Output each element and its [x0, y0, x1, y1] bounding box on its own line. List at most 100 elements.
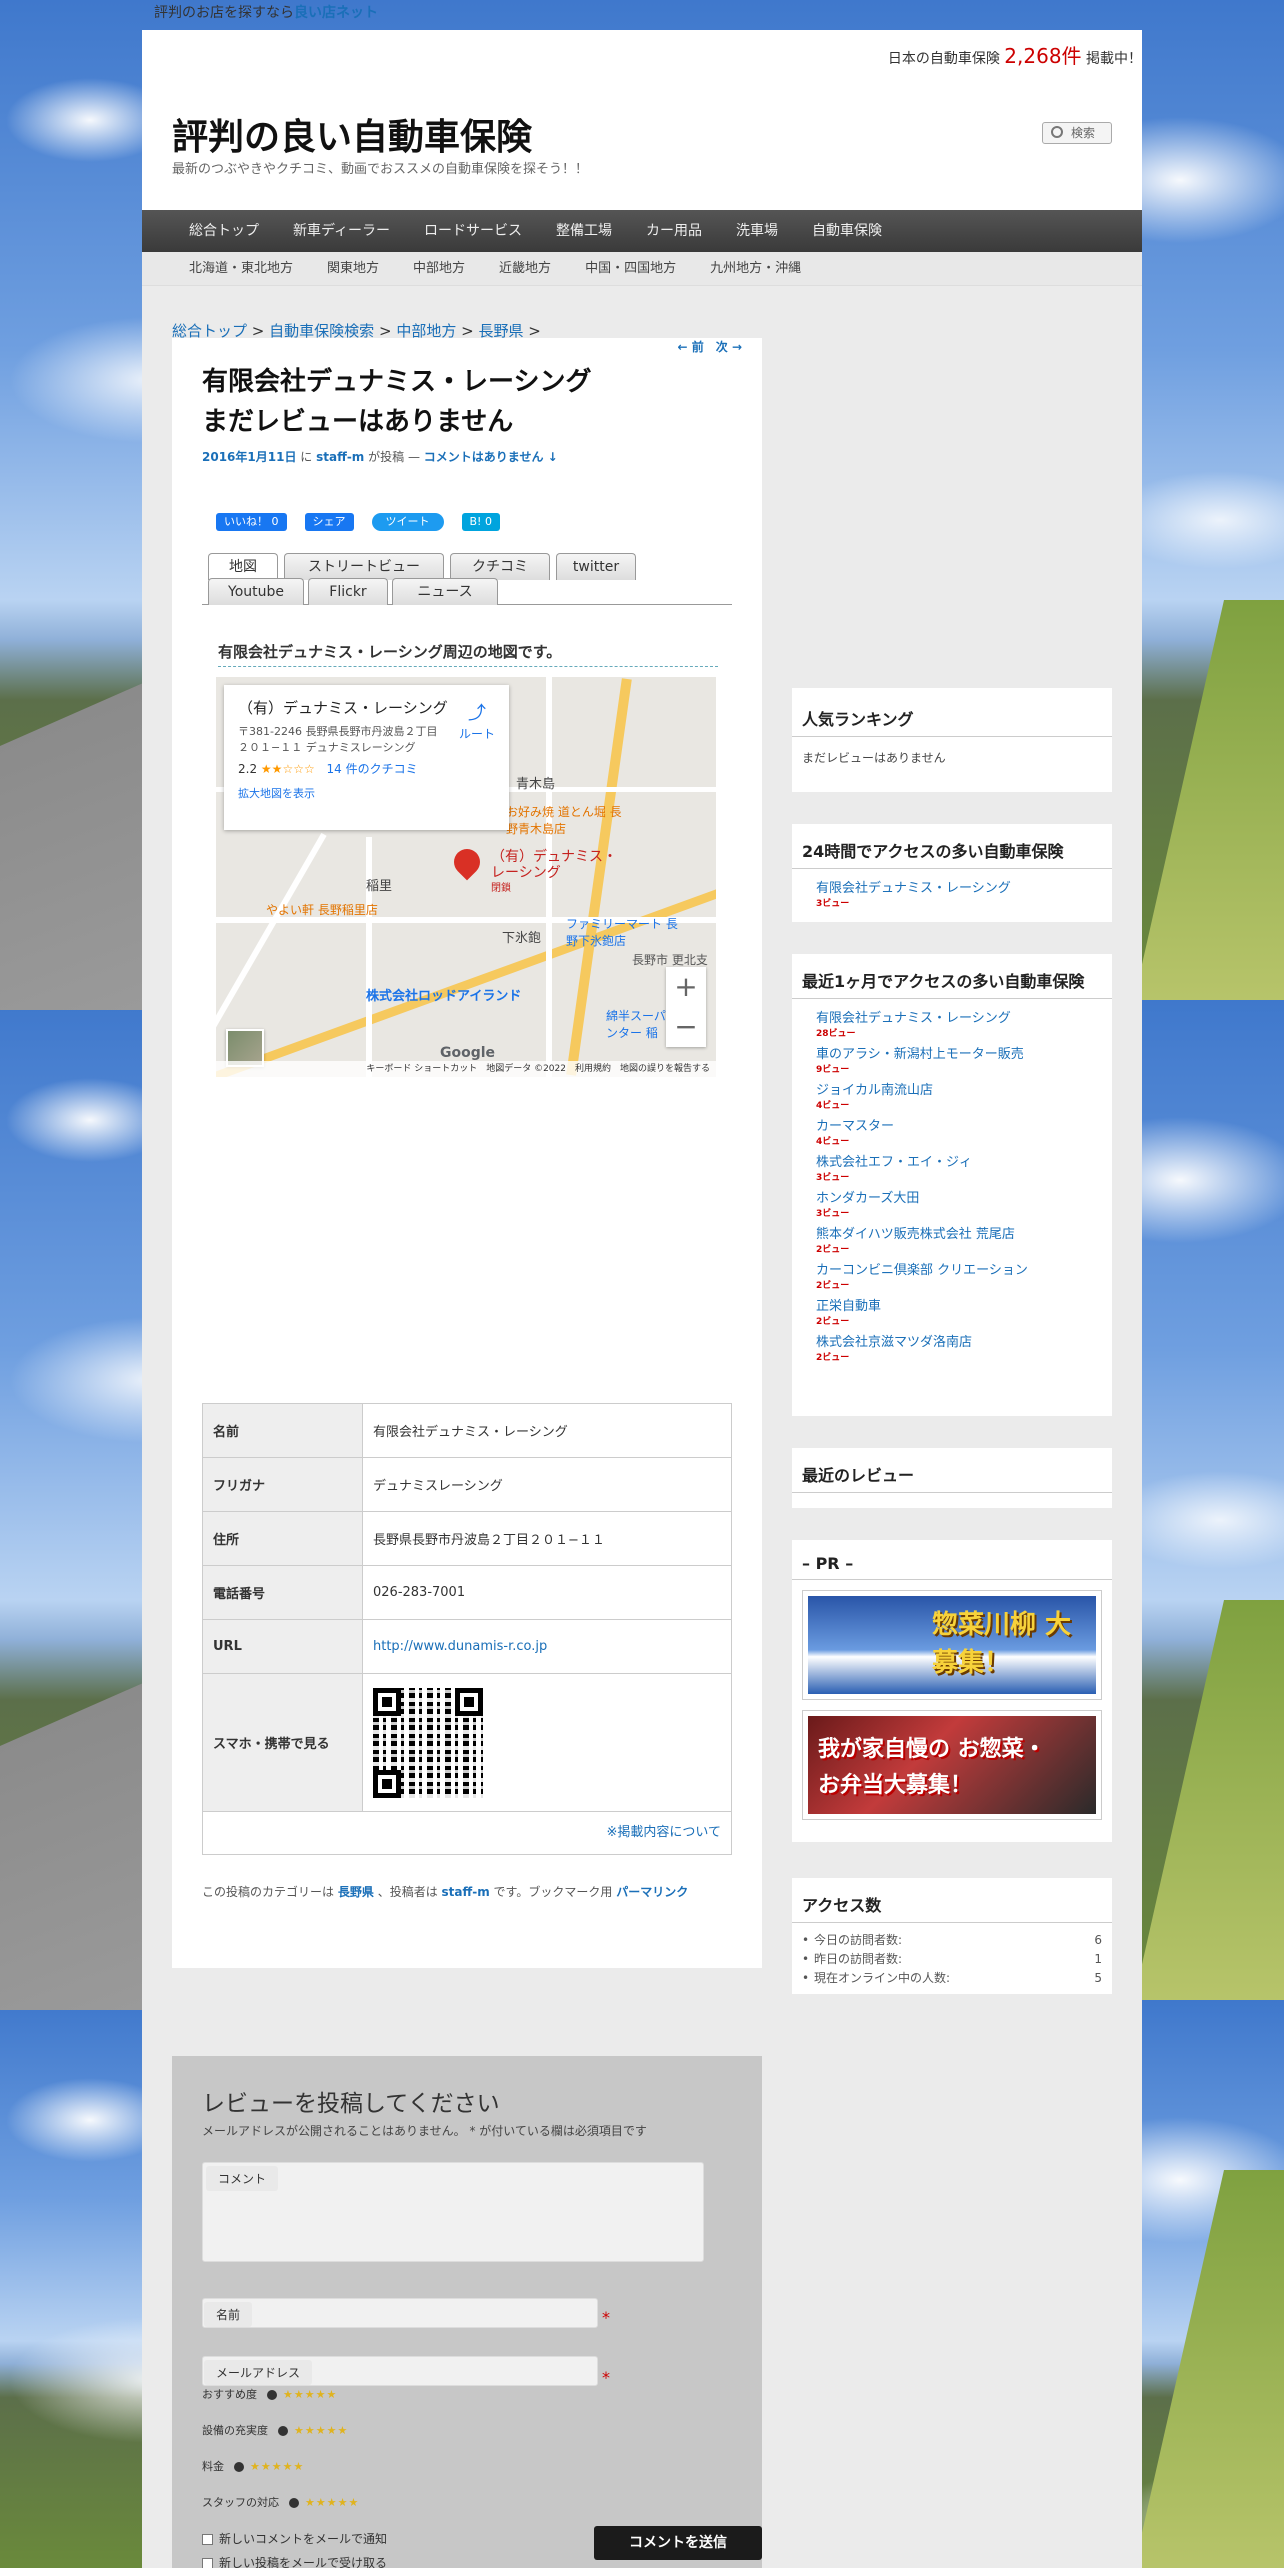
- map-label: 青木島: [516, 777, 556, 792]
- share-button[interactable]: シェア: [304, 513, 354, 531]
- rating-stars[interactable]: ★★★★★: [283, 2388, 337, 2401]
- table-key: URL: [202, 1619, 363, 1674]
- rating-stars[interactable]: ★★★★★: [305, 2496, 359, 2509]
- pin-status: 閉鎖: [491, 883, 511, 894]
- nav-item[interactable]: 洗車場: [719, 210, 795, 252]
- search-input[interactable]: 検索: [1042, 122, 1112, 144]
- region-item[interactable]: 九州地方・沖縄: [693, 252, 818, 285]
- widget-title: 最近のレビュー: [792, 1448, 1112, 1493]
- banner-image: 我が家自慢の お惣菜・お弁当大募集！: [808, 1716, 1096, 1814]
- access-label: 昨日の訪問者数:: [814, 1952, 903, 1966]
- rating-stars[interactable]: ★★★★★: [294, 2424, 348, 2437]
- post-footer-meta: この投稿のカテゴリーは 長野県 、投稿者は staff-m です。ブックマーク用…: [202, 1883, 688, 1900]
- region-item[interactable]: 中国・四国地方: [568, 252, 693, 285]
- tab-streetview[interactable]: ストリートビュー: [284, 553, 444, 580]
- nav-item[interactable]: ロードサービス: [407, 210, 539, 252]
- nav-item[interactable]: カー用品: [629, 210, 719, 252]
- ranking-link[interactable]: 有限会社デュナミス・レーシング: [816, 1007, 1102, 1026]
- tweet-button[interactable]: ツイート: [371, 513, 444, 531]
- tab-news[interactable]: ニュース: [392, 578, 498, 605]
- rating-clear-icon[interactable]: [234, 2462, 244, 2472]
- enlarge-map-link[interactable]: 拡大地図を表示: [238, 785, 495, 801]
- widget-month: 最近1ヶ月でアクセスの多い自動車保険 有限会社デュナミス・レーシング 28ビュー …: [792, 954, 1112, 1416]
- pr-banner[interactable]: 我が家自慢の お惣菜・お弁当大募集！: [802, 1710, 1102, 1820]
- rating-clear-icon[interactable]: [278, 2426, 288, 2436]
- author-link[interactable]: staff-m: [442, 1885, 490, 1899]
- checkbox-box[interactable]: [202, 2558, 213, 2568]
- rating-clear-icon[interactable]: [267, 2390, 277, 2400]
- comments-link[interactable]: コメントはありません ↓: [424, 450, 558, 464]
- post-date[interactable]: 2016年1月11日: [202, 450, 296, 464]
- reviews-link[interactable]: 14 件のクチコミ: [327, 762, 418, 776]
- widget-title: 人気ランキング: [792, 688, 1112, 737]
- region-item[interactable]: 北海道・東北地方: [172, 252, 310, 285]
- tab-reviews[interactable]: クチコミ: [450, 553, 550, 580]
- map-road: [366, 837, 372, 1077]
- meta-text: 、投稿者は: [377, 1885, 438, 1899]
- tab-flickr[interactable]: Flickr: [308, 578, 388, 605]
- search-placeholder: 検索: [1071, 126, 1096, 140]
- ranking-link[interactable]: 株式会社エフ・エイ・ジィ: [816, 1151, 1102, 1170]
- region-item[interactable]: 関東地方: [310, 252, 396, 285]
- table-key: 名前: [202, 1403, 363, 1458]
- nav-item[interactable]: 整備工場: [539, 210, 629, 252]
- ranking-link[interactable]: ジョイカル南流山店: [816, 1079, 1102, 1098]
- permalink-link[interactable]: パーマリンク: [616, 1885, 688, 1899]
- table-value: [362, 1673, 732, 1812]
- tab-map[interactable]: 地図: [208, 553, 278, 580]
- like-button[interactable]: いいね！ 0: [216, 513, 287, 531]
- share-buttons: いいね！ 0 シェア ツイート B! 0: [216, 513, 732, 531]
- ranking-link[interactable]: 車のアラシ・新潟村上モーター販売: [816, 1043, 1102, 1062]
- rating-recommend: おすすめ度 ★★★★★: [202, 2386, 337, 2402]
- count-suffix: 掲載中！: [1086, 51, 1142, 67]
- region-item[interactable]: 中部地方: [396, 252, 482, 285]
- checkbox-box[interactable]: [202, 2534, 213, 2545]
- nav-item[interactable]: 自動車保険: [795, 210, 899, 252]
- access-item: 現在オンライン中の人数: 5: [802, 1969, 1102, 1988]
- nav-item[interactable]: 新車ディーラー: [276, 210, 407, 252]
- rating-facilities: 設備の充実度 ★★★★★: [202, 2422, 348, 2438]
- google-map[interactable]: 青木島 稲里 下氷鉋 株式会社ロッドアイランド やよい軒 長野稲里店 ファミリー…: [216, 677, 716, 1077]
- submit-comment-button[interactable]: コメントを送信: [594, 2526, 762, 2560]
- post-nav[interactable]: ← 前 次 →: [678, 338, 742, 355]
- count-value: 2,268件: [1004, 44, 1082, 68]
- rating-clear-icon[interactable]: [289, 2498, 299, 2508]
- zoom-out-icon[interactable]: −: [666, 1007, 706, 1047]
- widget-popular: 人気ランキング まだレビューはありません: [792, 688, 1112, 792]
- region-item[interactable]: 近畿地方: [482, 252, 568, 285]
- ranking-link[interactable]: ホンダカーズ大田: [816, 1187, 1102, 1206]
- hatena-button[interactable]: B! 0: [461, 513, 500, 531]
- site-title[interactable]: 評判の良い自動車保険: [172, 108, 532, 160]
- rating-stars[interactable]: ★★★★★: [250, 2460, 304, 2473]
- ranking-link[interactable]: 株式会社京滋マツダ洛南店: [816, 1331, 1102, 1350]
- search-icon: [1051, 126, 1063, 138]
- post-author[interactable]: staff-m: [316, 450, 364, 464]
- tab-twitter[interactable]: twitter: [556, 553, 636, 580]
- tab-youtube[interactable]: Youtube: [208, 578, 304, 605]
- ranking-link[interactable]: カーマスター: [816, 1115, 1102, 1134]
- ranking-link[interactable]: 有限会社デュナミス・レーシング: [816, 877, 1102, 896]
- notify-comments-checkbox[interactable]: 新しいコメントをメールで通知: [202, 2530, 387, 2547]
- top-bar: 評判のお店を探すなら良い店ネット: [142, 0, 1142, 30]
- network-link[interactable]: 良い店ネット: [294, 5, 378, 21]
- meta-text: に: [300, 450, 313, 464]
- notify-posts-checkbox[interactable]: 新しい投稿をメールで受け取る: [202, 2554, 387, 2568]
- ranking-link[interactable]: 熊本ダイハツ販売株式会社 荒尾店: [816, 1223, 1102, 1242]
- pr-banner[interactable]: 惣菜川柳 大募集！: [802, 1590, 1102, 1700]
- widget-title: アクセス数: [792, 1878, 1112, 1923]
- widget-title: 24時間でアクセスの多い自動車保険: [792, 824, 1112, 869]
- website-link[interactable]: http://www.dunamis-r.co.jp: [373, 1639, 547, 1654]
- meta-text: が投稿 —: [368, 450, 420, 464]
- table-row: 名前 有限会社デュナミス・レーシング: [202, 1403, 732, 1458]
- widget-recent-reviews: 最近のレビュー: [792, 1448, 1112, 1508]
- map-label: 稲里: [366, 879, 393, 894]
- ranking-link[interactable]: 正栄自動車: [816, 1295, 1102, 1314]
- nav-item[interactable]: 総合トップ: [172, 210, 276, 252]
- route-button[interactable]: ⤴ ルート: [459, 699, 495, 742]
- name-field[interactable]: [202, 2298, 598, 2328]
- map-pin-icon[interactable]: [448, 843, 486, 881]
- listing-notice-link[interactable]: ※掲載内容について: [202, 1811, 732, 1855]
- zoom-in-icon[interactable]: +: [666, 967, 706, 1007]
- ranking-link[interactable]: カーコンビニ倶楽部 クリエーション: [816, 1259, 1102, 1278]
- category-link[interactable]: 長野県: [338, 1885, 374, 1899]
